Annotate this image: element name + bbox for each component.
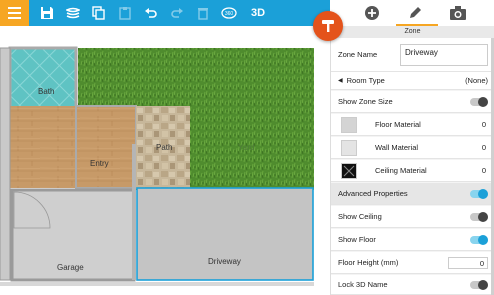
menu-button[interactable] [0, 0, 29, 26]
room-label-entry: Entry [90, 159, 109, 168]
delete-icon [198, 8, 208, 20]
floor-height-input[interactable]: 0 [448, 256, 488, 269]
lock-3d-name-toggle[interactable] [470, 279, 488, 290]
layers-icon [66, 7, 80, 19]
panel-title: Zone [331, 26, 494, 38]
tab-camera[interactable] [448, 3, 468, 23]
wall-material-swatch[interactable] [341, 139, 357, 156]
ceiling-material-swatch[interactable] [341, 162, 357, 179]
show-floor-label: Show Floor [338, 235, 376, 244]
delete-button[interactable] [194, 4, 212, 22]
layers-button[interactable] [64, 4, 82, 22]
wall-material-value: 0 [481, 143, 486, 152]
room-label-yard: Yard [238, 143, 255, 152]
room-label-path: Path [156, 143, 173, 152]
floor-material-row[interactable]: Floor Material 0 [331, 114, 494, 136]
floor-plan-canvas[interactable]: Bath Entry Path Yard Garage Driveway [0, 26, 330, 295]
copy-icon [92, 6, 105, 20]
save-icon [41, 7, 53, 19]
room-label-garage: Garage [57, 263, 84, 272]
show-zone-size-toggle[interactable] [470, 96, 488, 107]
advanced-properties-toggle[interactable] [470, 188, 488, 199]
copy-button[interactable] [90, 4, 108, 22]
show-floor-toggle[interactable] [470, 234, 488, 245]
menu-icon [8, 7, 21, 9]
room-label-bath: Bath [38, 87, 55, 96]
floor-height-label: Floor Height (mm) [338, 258, 399, 267]
show-zone-size-row: Show Zone Size [331, 91, 494, 113]
paint-roller-icon [322, 20, 334, 32]
panel-tabs [330, 0, 494, 26]
paint-roller-button[interactable] [313, 11, 343, 41]
floor-material-swatch[interactable] [341, 116, 357, 133]
paste-icon [119, 7, 131, 20]
room-type-row[interactable]: ◀ Room Type (None) [331, 72, 494, 90]
ceiling-material-row[interactable]: Ceiling Material 0 [331, 160, 494, 182]
redo-button[interactable] [168, 4, 186, 22]
camera-icon [450, 6, 466, 20]
room-type-label: Room Type [346, 76, 385, 85]
lock-3d-name-label: Lock 3D Name [338, 280, 388, 289]
zone-name-input[interactable]: Driveway [400, 43, 488, 66]
caret-left-icon: ◀ [338, 78, 343, 84]
show-floor-row: Show Floor [331, 229, 494, 251]
show-ceiling-row: Show Ceiling [331, 206, 494, 228]
rotate-360-button[interactable]: 360 [220, 4, 238, 22]
svg-text:360: 360 [225, 11, 234, 17]
add-icon [365, 6, 379, 20]
tab-add[interactable] [362, 3, 382, 23]
undo-button[interactable] [142, 4, 160, 22]
save-button[interactable] [38, 4, 56, 22]
ceiling-material-value: 0 [481, 166, 486, 175]
room-type-value: (None) [465, 76, 488, 85]
rotate-360-icon: 360 [221, 7, 237, 19]
show-ceiling-label: Show Ceiling [338, 212, 382, 221]
show-ceiling-toggle[interactable] [470, 211, 488, 222]
zone-name-label: Zone Name [338, 50, 378, 59]
lock-3d-name-row: Lock 3D Name [331, 275, 494, 295]
advanced-properties-label: Advanced Properties [338, 189, 408, 198]
floor-material-label: Floor Material [375, 120, 421, 129]
floor-material-value: 0 [481, 120, 486, 129]
pencil-icon [410, 7, 421, 18]
zone-name-row: Zone Name Driveway [331, 38, 494, 72]
floor-height-row: Floor Height (mm) 0 [331, 252, 494, 274]
paste-button[interactable] [116, 4, 134, 22]
undo-icon [145, 8, 157, 18]
wall-material-row[interactable]: Wall Material 0 [331, 137, 494, 159]
advanced-properties-row: Advanced Properties [331, 183, 494, 205]
no-material-icon [343, 165, 355, 176]
toolbar: 360 3D [0, 0, 330, 26]
3d-view-button[interactable]: 3D [247, 4, 269, 22]
tab-edit[interactable] [405, 3, 425, 23]
zone-properties-panel: Zone Zone Name Driveway ◀ Room Type (Non… [330, 26, 494, 295]
show-zone-size-label: Show Zone Size [338, 97, 393, 106]
redo-icon [171, 8, 183, 18]
wall-material-label: Wall Material [375, 143, 419, 152]
ceiling-material-label: Ceiling Material [375, 166, 427, 175]
room-label-driveway: Driveway [208, 257, 241, 266]
